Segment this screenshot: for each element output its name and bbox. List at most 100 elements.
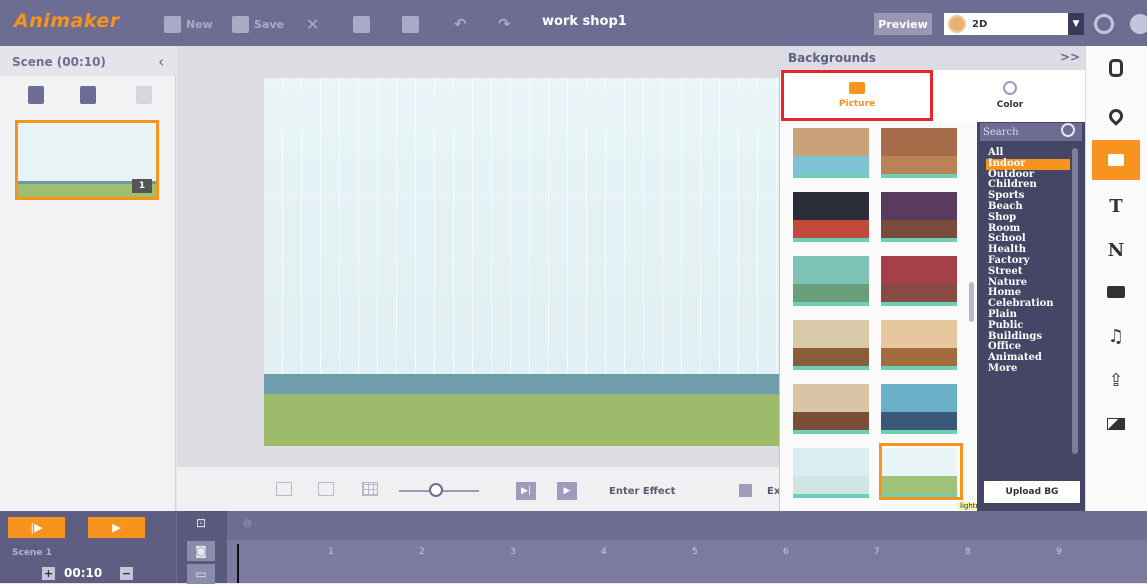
category-item[interactable]: Shop xyxy=(986,212,1070,224)
save-button[interactable]: Save xyxy=(232,14,284,34)
collapse-panel-icon[interactable]: ‹ xyxy=(158,52,164,71)
project-title[interactable]: work shop1 xyxy=(542,14,627,29)
duplicate-scene-icon[interactable] xyxy=(80,86,96,104)
timeline-track[interactable] xyxy=(227,570,1147,583)
copy-button[interactable] xyxy=(353,14,370,34)
undo-icon: ↶ xyxy=(454,15,467,33)
new-button[interactable]: New xyxy=(164,14,213,34)
robot-icon[interactable]: ⊡ xyxy=(187,513,215,533)
background-icon[interactable] xyxy=(1092,140,1140,180)
collapse-panel-button[interactable]: >> xyxy=(1060,50,1080,64)
gear-icon[interactable] xyxy=(1094,14,1114,34)
background-thumbnail[interactable] xyxy=(793,128,869,178)
curtain-fold xyxy=(320,78,321,378)
camera-icon[interactable]: ◙ xyxy=(187,541,215,561)
redo-icon: ↷ xyxy=(498,15,511,33)
mode-select[interactable]: 2D ▼ xyxy=(944,13,1084,35)
curtain-fold xyxy=(472,78,473,378)
tab-picture-label: Picture xyxy=(838,99,876,109)
background-thumbnail[interactable] xyxy=(881,384,957,434)
app-logo: Animaker xyxy=(14,10,120,32)
tab-color[interactable]: Color xyxy=(935,70,1085,121)
props-icon[interactable] xyxy=(1092,272,1140,312)
timeline-marker-icon[interactable]: ◎ xyxy=(243,518,263,534)
scene-number-badge: 1 xyxy=(132,179,152,193)
stage-canvas[interactable] xyxy=(264,78,779,446)
zoom-slider-knob[interactable] xyxy=(429,483,443,497)
grid-icon[interactable] xyxy=(362,482,378,496)
palette-icon xyxy=(1003,81,1017,95)
curtain-fold xyxy=(358,78,359,378)
search-icon[interactable] xyxy=(1061,123,1075,137)
background-thumbnail[interactable] xyxy=(793,192,869,242)
exit-effect-button[interactable]: Exit Effect xyxy=(767,486,779,497)
timeline-tick-label: 1 xyxy=(328,547,334,557)
background-thumbnail[interactable] xyxy=(793,320,869,370)
curtain-fold xyxy=(605,78,606,378)
canvas-toolbar xyxy=(177,467,779,511)
category-item[interactable]: Indoor xyxy=(986,158,1070,170)
effects-icon[interactable] xyxy=(1092,404,1140,444)
text-icon[interactable]: T xyxy=(1092,186,1140,226)
redo-button[interactable]: ↷ xyxy=(498,14,511,34)
category-scrollbar[interactable] xyxy=(1072,148,1078,454)
curtain-fold xyxy=(453,78,454,378)
play-from-start-button[interactable]: ▶| xyxy=(516,482,536,500)
increase-duration-button[interactable]: + xyxy=(42,567,55,580)
stage-floor xyxy=(264,394,779,446)
curtain-fold xyxy=(567,78,568,378)
category-item[interactable]: Street xyxy=(986,266,1070,278)
scene-panel xyxy=(0,46,176,511)
number-icon[interactable]: N xyxy=(1092,230,1140,270)
character-icon[interactable] xyxy=(1092,48,1140,88)
timeline-tick-label: 4 xyxy=(601,547,607,557)
curtain-fold xyxy=(339,78,340,378)
upload-bg-button[interactable]: Upload BG xyxy=(984,481,1080,503)
curtain-fold xyxy=(738,78,739,378)
play-scene-button[interactable]: |▶ xyxy=(8,517,65,538)
background-thumbnail[interactable] xyxy=(793,448,869,498)
category-item[interactable]: More xyxy=(986,363,1070,375)
music-icon[interactable]: ♫ xyxy=(1092,316,1140,356)
curtain-fold xyxy=(301,78,302,378)
location-icon[interactable] xyxy=(1092,96,1140,136)
curtain-fold xyxy=(681,78,682,378)
timeline-tick-label: 3 xyxy=(510,547,516,557)
enter-effect-button[interactable]: Enter Effect xyxy=(609,486,675,497)
chevron-down-icon: ▼ xyxy=(1068,13,1084,35)
play-button[interactable]: ▶ xyxy=(557,482,577,500)
background-thumbnail[interactable] xyxy=(881,320,957,370)
scene-title: Scene (00:10) xyxy=(12,55,106,69)
upload-icon[interactable]: ⇪ xyxy=(1092,360,1140,400)
delete-scene-icon[interactable] xyxy=(136,86,152,104)
paste-button[interactable] xyxy=(402,14,419,34)
preview-button[interactable]: Preview xyxy=(874,13,932,35)
background-thumbnail[interactable] xyxy=(881,192,957,242)
timeline-tick-label: 6 xyxy=(783,547,789,557)
background-thumbnail[interactable] xyxy=(881,128,957,178)
scene-duration: 00:10 xyxy=(64,566,103,580)
tab-picture[interactable]: Picture xyxy=(781,70,933,121)
timeline-ruler[interactable] xyxy=(227,540,1147,570)
category-item[interactable]: Public xyxy=(986,320,1070,332)
layer-icon[interactable]: ▭ xyxy=(187,564,215,584)
background-thumbnail[interactable] xyxy=(793,384,869,434)
help-icon[interactable] xyxy=(1130,14,1147,34)
thumbnail-scrollbar[interactable] xyxy=(969,282,974,322)
play-all-button[interactable]: ▶ xyxy=(88,517,145,538)
add-scene-icon[interactable] xyxy=(28,86,44,104)
curtain-fold xyxy=(624,78,625,378)
timeline-playhead[interactable] xyxy=(237,544,239,583)
undo-button[interactable]: ↶ xyxy=(454,14,467,34)
exit-effect-icon[interactable] xyxy=(739,484,752,497)
scene-thumbnail[interactable]: 1 xyxy=(15,120,159,200)
background-thumbnail[interactable] xyxy=(793,256,869,306)
fit-screen-icon[interactable] xyxy=(276,482,292,496)
new-file-icon xyxy=(164,15,181,33)
timeline-header xyxy=(227,511,1147,540)
background-thumbnail[interactable] xyxy=(881,256,957,306)
expand-icon[interactable] xyxy=(318,482,334,496)
curtain-fold xyxy=(700,78,701,378)
cut-button[interactable]: ✕ xyxy=(306,14,319,34)
decrease-duration-button[interactable]: − xyxy=(120,567,133,580)
